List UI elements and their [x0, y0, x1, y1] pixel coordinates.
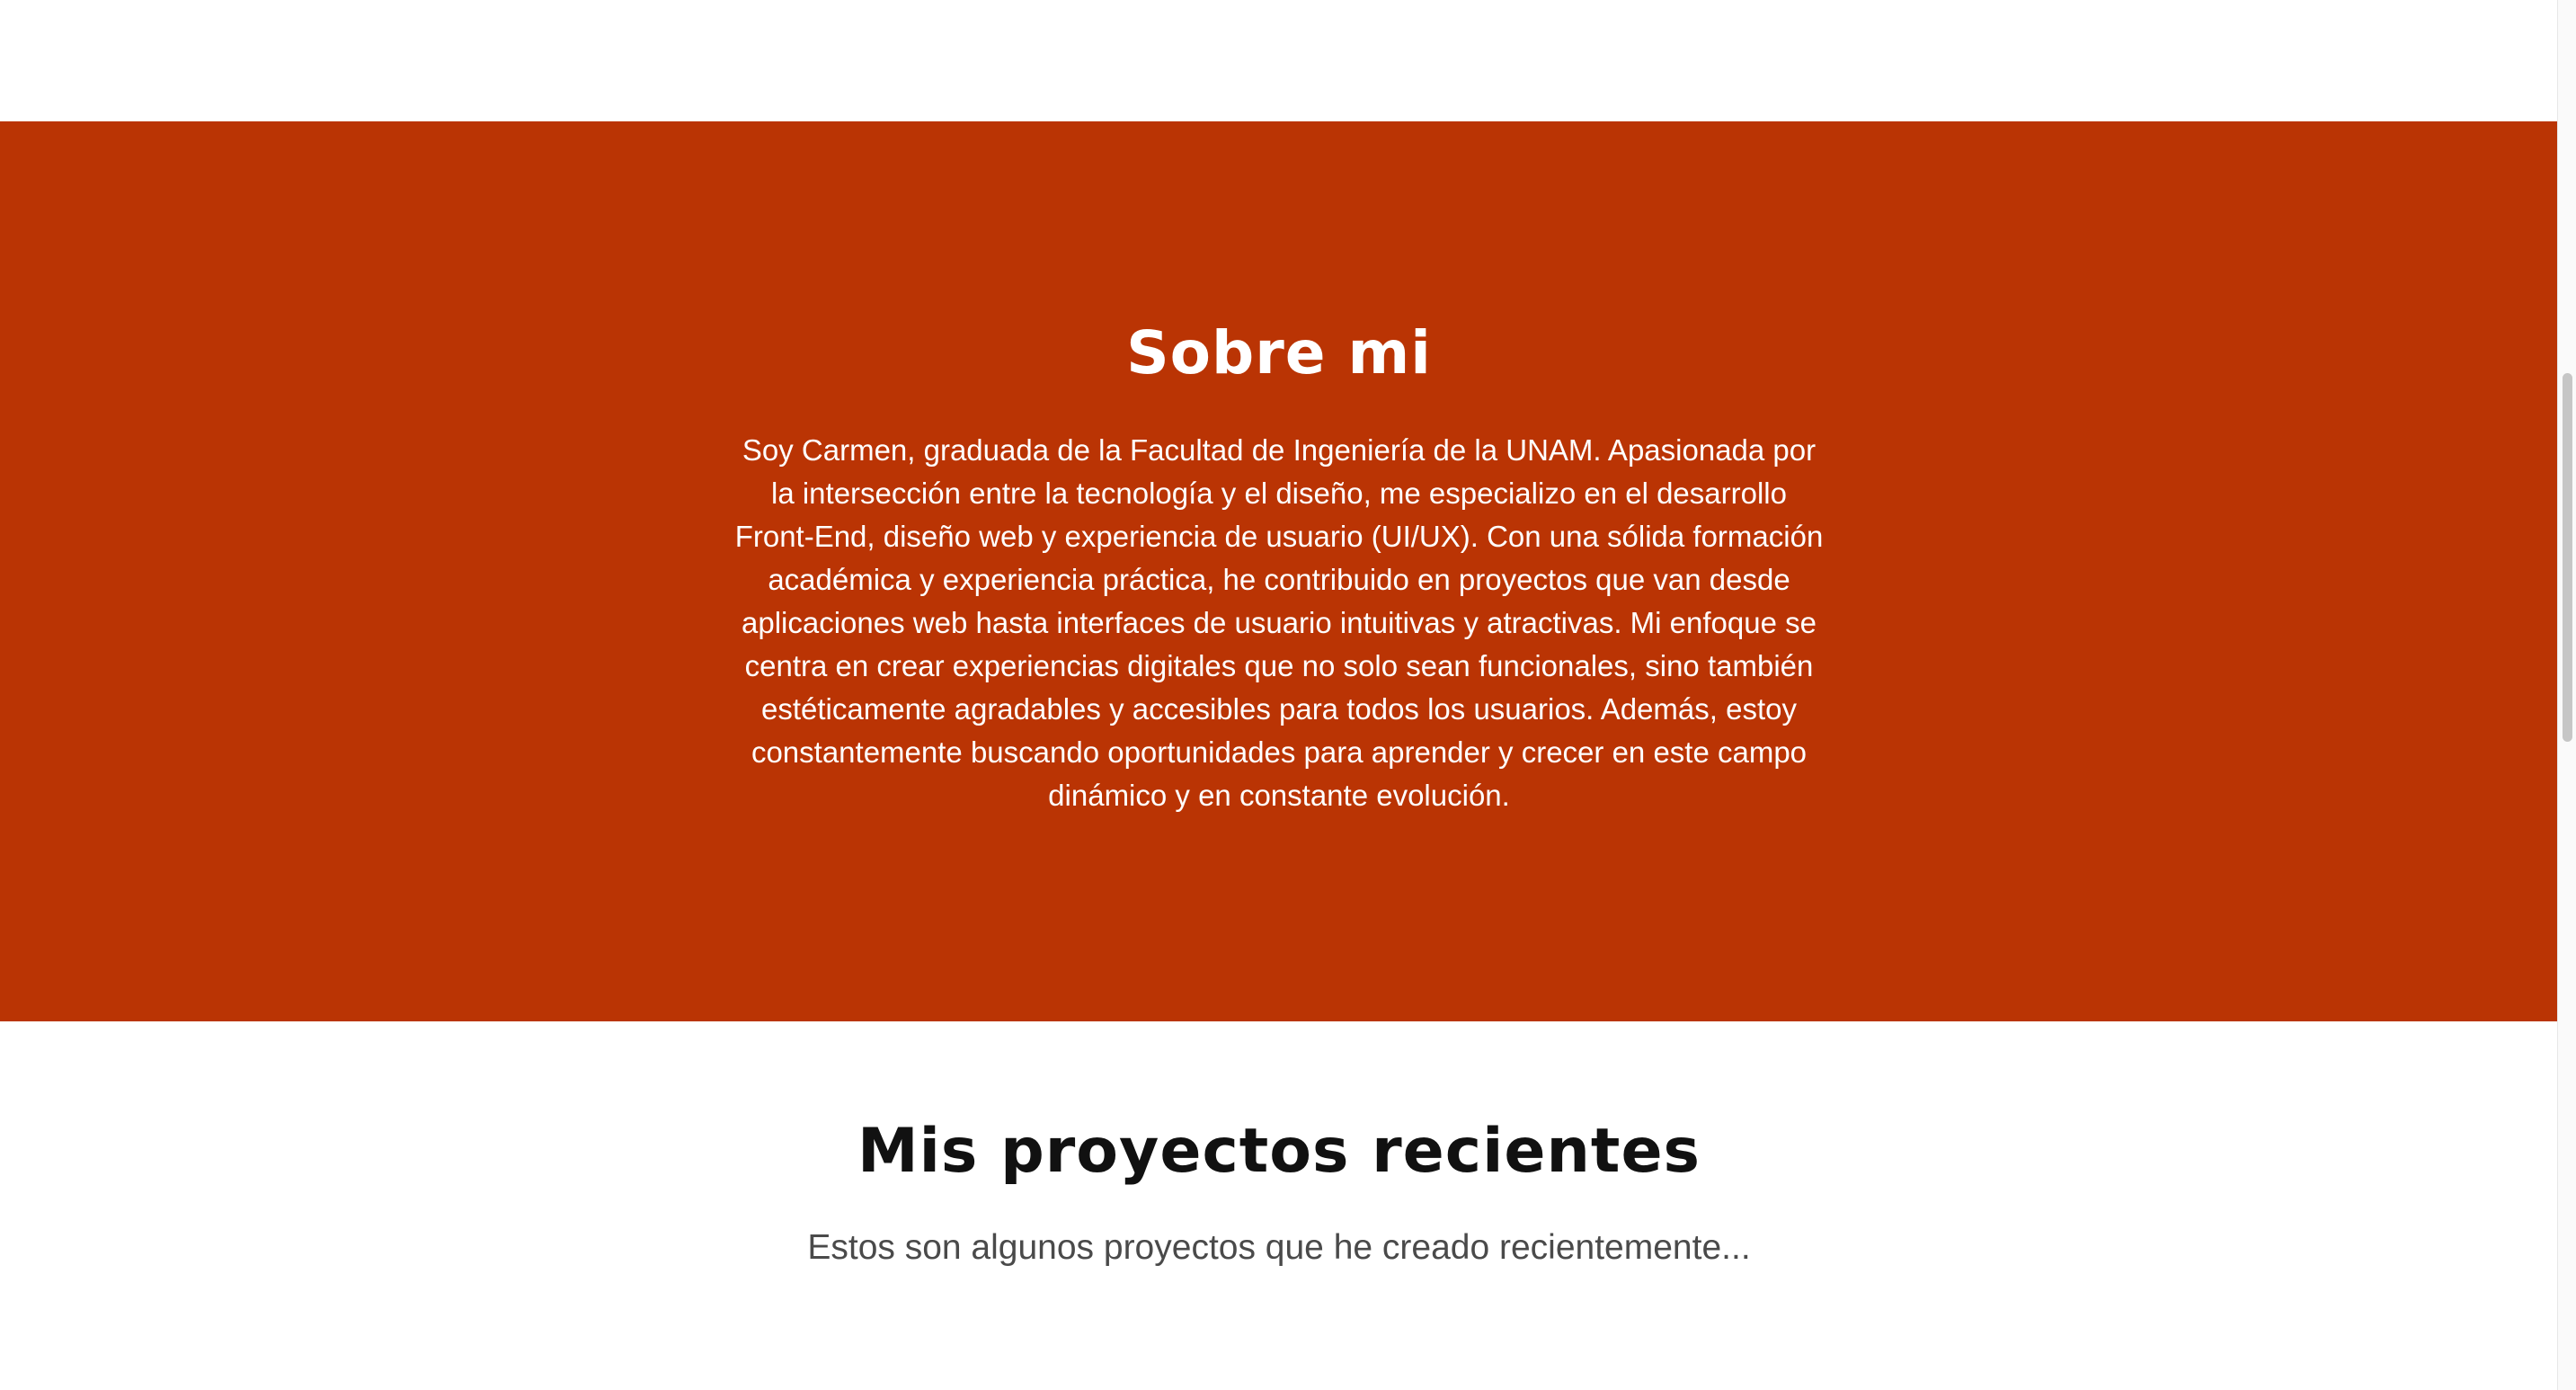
projects-title: Mis proyectos recientes [857, 1116, 1701, 1187]
projects-section: Mis proyectos recientes Estos son alguno… [0, 1021, 2558, 1390]
about-section: Sobre mi Soy Carmen, graduada de la Facu… [0, 121, 2558, 1021]
vertical-scrollbar[interactable] [2557, 0, 2576, 1390]
top-spacer [0, 0, 2558, 121]
projects-subtitle: Estos son algunos proyectos que he cread… [807, 1228, 1751, 1267]
about-title: Sobre mi [1126, 318, 1432, 388]
about-description: Soy Carmen, graduada de la Facultad de I… [734, 433, 1824, 812]
scrollbar-thumb[interactable] [2563, 373, 2572, 742]
page-content: Sobre mi Soy Carmen, graduada de la Facu… [0, 0, 2558, 1390]
page: Sobre mi Soy Carmen, graduada de la Facu… [0, 0, 2576, 1390]
